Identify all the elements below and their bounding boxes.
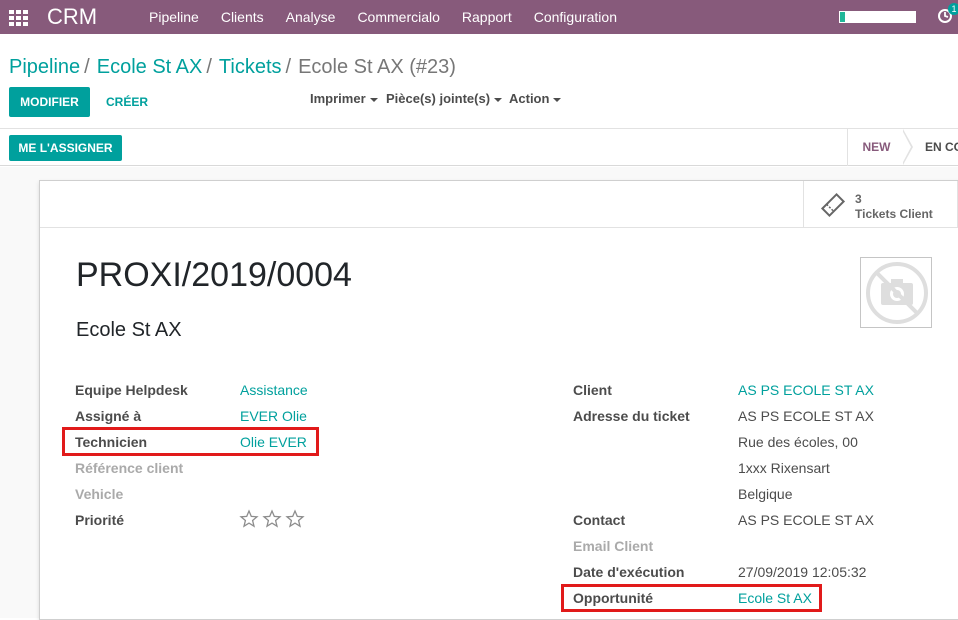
systray-progress-widget[interactable] <box>839 11 916 23</box>
form-sheet: 3 Tickets Client PROXI/2019/0004 Ecole S… <box>39 180 958 620</box>
field-label-contact: Contact <box>573 512 626 528</box>
top-navbar: CRM Pipeline Clients Analyse Commercialo… <box>0 0 958 34</box>
field-label-ticket-address: Adresse du ticket <box>573 408 690 424</box>
field-value-client[interactable]: AS PS ECOLE ST AX <box>738 382 874 398</box>
address-line: AS PS ECOLE ST AX <box>738 408 874 424</box>
stage-arrow-inner <box>902 130 911 164</box>
breadcrumb: Pipeline / Ecole St AX / Tickets / Ecole St AX… <box>9 56 456 79</box>
address-line: Belgique <box>738 486 793 502</box>
address-line: 1xxx Rixensart <box>738 460 830 476</box>
breadcrumb-current: Ecole St AX (#23) <box>298 56 456 78</box>
caret-down-icon <box>553 97 562 102</box>
breadcrumb-separator: / <box>285 56 292 78</box>
print-dropdown-label: Imprimer <box>310 91 366 106</box>
caret-down-icon <box>369 97 378 102</box>
star-icon[interactable] <box>239 509 259 529</box>
field-label-client-reference: Référence client <box>75 460 184 476</box>
status-bar <box>0 129 958 166</box>
field-value-helpdesk-team[interactable]: Assistance <box>240 382 308 398</box>
record-title: PROXI/2019/0004 <box>76 256 352 294</box>
breadcrumb-opportunity[interactable]: Ecole St AX <box>97 56 203 78</box>
create-button[interactable]: CRÉER <box>100 87 154 117</box>
app-brand[interactable]: CRM <box>47 4 97 30</box>
action-dropdown-label: Action <box>509 91 550 106</box>
stage-en-cours[interactable]: EN CO <box>925 129 958 166</box>
highlight-technician-box <box>62 427 319 456</box>
caret-down-icon <box>494 97 503 102</box>
menu-item-analyse[interactable]: Analyse <box>286 9 336 25</box>
image-placeholder[interactable] <box>860 257 932 328</box>
field-label-priority: Priorité <box>75 512 125 528</box>
menu-item-configuration[interactable]: Configuration <box>534 9 617 25</box>
menu-item-rapport[interactable]: Rapport <box>462 9 512 25</box>
breadcrumb-pipeline[interactable]: Pipeline <box>9 56 80 78</box>
menu-item-pipeline[interactable]: Pipeline <box>149 9 199 25</box>
systray-progress-fill <box>840 12 845 22</box>
tickets-label: Tickets Client <box>855 207 933 221</box>
attachments-dropdown-label: Pièce(s) jointe(s) <box>386 91 491 106</box>
address-line: Rue des écoles, 00 <box>738 434 858 450</box>
edit-button[interactable]: MODIFIER <box>9 87 90 117</box>
field-value-assigned-to[interactable]: EVER Olie <box>240 408 307 424</box>
field-label-helpdesk-team: Equipe Helpdesk <box>75 382 188 398</box>
breadcrumb-separator: / <box>206 56 212 78</box>
star-icon[interactable] <box>262 509 282 529</box>
tickets-client-button[interactable]: 3 Tickets Client <box>803 181 958 228</box>
menu-item-clients[interactable]: Clients <box>221 9 264 25</box>
field-label-execution-date: Date d'exécution <box>573 564 685 580</box>
print-dropdown[interactable]: Imprimer <box>310 91 378 106</box>
smart-button-box: 3 Tickets Client <box>40 181 958 228</box>
no-camera-icon <box>866 262 928 324</box>
field-label-assigned-to: Assigné à <box>75 408 142 424</box>
stage-new[interactable]: NEW <box>847 129 905 166</box>
star-icon[interactable] <box>285 509 305 529</box>
activity-count-badge: 1 <box>948 3 958 15</box>
breadcrumb-tickets[interactable]: Tickets <box>219 56 282 78</box>
menu-item-commercialo[interactable]: Commercialo <box>357 9 439 25</box>
field-label-client: Client <box>573 382 612 398</box>
action-dropdown[interactable]: Action <box>509 91 562 106</box>
attachments-dropdown[interactable]: Pièce(s) jointe(s) <box>386 91 503 106</box>
tickets-count: 3 <box>855 192 862 206</box>
record-partner: Ecole St AX <box>76 319 182 341</box>
main-menu: Pipeline Clients Analyse Commercialo Rap… <box>149 9 639 25</box>
field-value-execution-date[interactable]: 27/09/2019 12:05:32 <box>738 564 866 580</box>
field-label-client-email: Email Client <box>573 538 654 554</box>
assign-to-me-button[interactable]: ME L'ASSIGNER <box>9 135 122 161</box>
field-value-contact[interactable]: AS PS ECOLE ST AX <box>738 512 874 528</box>
field-label-vehicle: Vehicle <box>75 486 124 502</box>
apps-menu-icon[interactable] <box>9 10 29 26</box>
breadcrumb-separator: / <box>84 56 90 78</box>
ticket-icon <box>820 192 846 218</box>
highlight-opportunity-box <box>561 584 822 612</box>
